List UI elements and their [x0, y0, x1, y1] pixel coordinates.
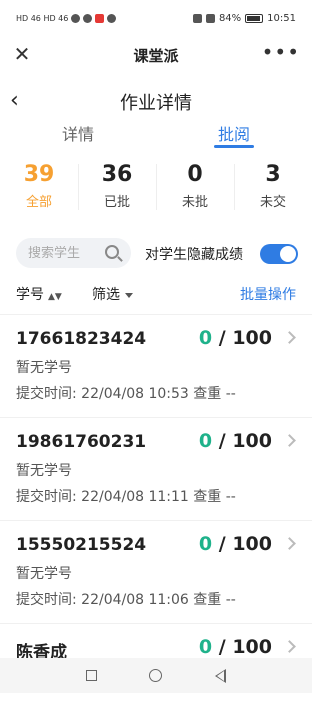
- stat-label: 全部: [25, 195, 52, 210]
- notification-icon: [83, 13, 93, 23]
- tab-bar: 详情 批阅: [0, 118, 312, 152]
- home-icon[interactable]: [149, 669, 163, 682]
- score-value: 0: [198, 327, 213, 349]
- chevron-right-icon: [283, 640, 296, 653]
- sort-by-id-button[interactable]: 学号 ▲▼: [16, 284, 62, 304]
- app-header: ✕ 课堂派 •••: [0, 36, 312, 74]
- eye-icon: [107, 13, 117, 23]
- search-input[interactable]: [28, 245, 98, 261]
- search-icon[interactable]: [105, 245, 119, 259]
- filter-button[interactable]: 筛选: [92, 284, 133, 304]
- system-nav-bar: [0, 658, 312, 693]
- score: 0 / 100: [199, 636, 272, 658]
- nfc-icon: [192, 13, 202, 23]
- app-title: 课堂派: [133, 46, 179, 65]
- submission-meta: 提交时间: 22/04/08 11:06 查重 --: [16, 592, 236, 608]
- student-number: 暂无学号: [16, 463, 72, 479]
- tab-details[interactable]: 详情: [0, 118, 156, 152]
- score-total: / 100: [212, 327, 272, 349]
- hide-scores-toggle[interactable]: [260, 244, 298, 264]
- battery-icon: [245, 13, 264, 23]
- search-row: 对学生隐藏成绩: [0, 236, 312, 272]
- chevron-left-icon[interactable]: ‹: [10, 88, 30, 113]
- stat-graded[interactable]: 36 已批: [78, 154, 156, 226]
- stat-value: 36: [101, 162, 133, 187]
- back-icon[interactable]: [214, 668, 226, 683]
- stat-value: 39: [23, 162, 55, 187]
- wifi-icon: [71, 13, 81, 23]
- stat-label: 未批: [181, 195, 208, 210]
- status-bar: HD 46 HD 46 84% 10:51: [0, 0, 312, 36]
- sort-arrows-icon: ▲▼: [48, 292, 62, 302]
- status-left: HD 46 HD 46: [16, 13, 117, 23]
- status-right: 84% 10:51: [192, 12, 296, 24]
- chevron-right-icon: [283, 331, 296, 344]
- app-notification-icon: [95, 13, 105, 23]
- page-title: 作业详情: [120, 93, 192, 114]
- tab-review[interactable]: 批阅: [156, 118, 312, 152]
- search-box[interactable]: [16, 238, 131, 268]
- stat-label: 已批: [103, 195, 130, 210]
- score: 0 / 100: [199, 430, 272, 452]
- chevron-right-icon: [283, 537, 296, 550]
- recent-apps-icon[interactable]: [86, 670, 98, 681]
- student-name: 15550215524: [16, 535, 147, 555]
- student-number: 暂无学号: [16, 360, 72, 376]
- score-total: / 100: [212, 430, 272, 452]
- filter-label: 筛选: [92, 287, 120, 303]
- stat-value: 3: [265, 162, 281, 187]
- stats-row: 39 全部 36 已批 0 未批 3 未交: [0, 154, 312, 226]
- page-header: ‹ 作业详情: [0, 82, 312, 122]
- toggle-knob: [280, 246, 296, 262]
- student-name: 19861760231: [16, 432, 147, 452]
- list-item[interactable]: 15550215524 0 / 100 暂无学号 提交时间: 22/04/08 …: [0, 520, 312, 623]
- clock: 10:51: [267, 12, 296, 24]
- student-name: 17661823424: [16, 329, 147, 349]
- stat-not-submitted[interactable]: 3 未交: [234, 154, 312, 226]
- stat-ungraded[interactable]: 0 未批: [156, 154, 234, 226]
- score-total: / 100: [212, 533, 272, 555]
- filter-row: 学号 ▲▼ 筛选 批量操作: [0, 280, 312, 308]
- score: 0 / 100: [199, 533, 272, 555]
- score-value: 0: [198, 533, 213, 555]
- stat-label: 未交: [259, 195, 286, 210]
- score-total: / 100: [212, 636, 272, 658]
- sort-label: 学号: [16, 287, 44, 303]
- stat-value: 0: [187, 162, 203, 187]
- carrier-info: HD 46 HD 46: [16, 13, 69, 23]
- submission-meta: 提交时间: 22/04/08 11:11 查重 --: [16, 489, 236, 505]
- list-item[interactable]: 17661823424 0 / 100 暂无学号 提交时间: 22/04/08 …: [0, 314, 312, 417]
- score-value: 0: [198, 636, 213, 658]
- chevron-right-icon: [283, 434, 296, 447]
- battery-percent: 84%: [218, 12, 242, 24]
- batch-operation-button[interactable]: 批量操作: [240, 284, 296, 304]
- caret-down-icon: [125, 292, 133, 298]
- more-icon[interactable]: •••: [262, 40, 300, 64]
- stat-all[interactable]: 39 全部: [0, 154, 78, 226]
- score: 0 / 100: [199, 327, 272, 349]
- bluetooth-icon: [205, 13, 215, 23]
- list-item[interactable]: 19861760231 0 / 100 暂无学号 提交时间: 22/04/08 …: [0, 417, 312, 520]
- submission-meta: 提交时间: 22/04/08 10:53 查重 --: [16, 386, 236, 402]
- score-value: 0: [198, 430, 213, 452]
- hide-scores-label: 对学生隐藏成绩: [145, 247, 243, 263]
- student-number: 暂无学号: [16, 566, 72, 582]
- close-icon[interactable]: ✕: [10, 42, 34, 66]
